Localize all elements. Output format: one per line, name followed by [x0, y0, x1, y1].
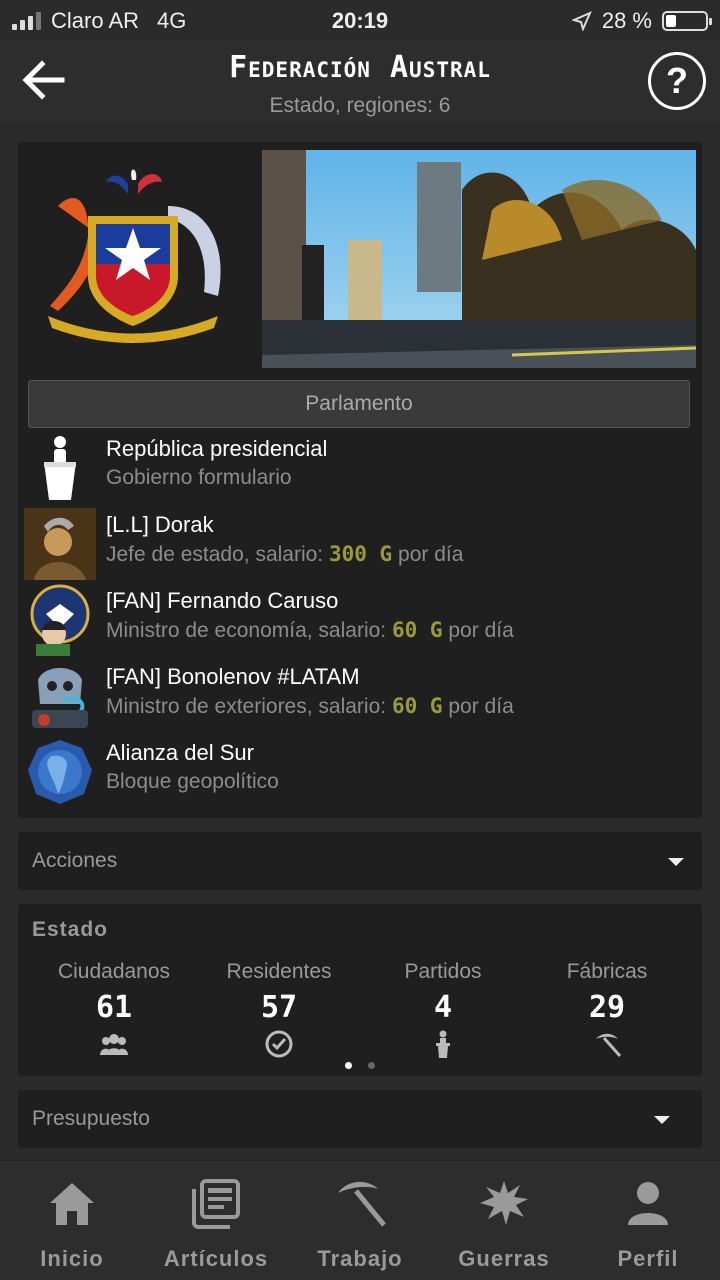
- state-overview-card: Parlamento República presidencial Gobier…: [18, 142, 702, 818]
- official-role: Ministro de exteriores, salario: 60 G po…: [106, 694, 514, 718]
- salary-value: 60 G: [391, 694, 443, 718]
- battery-icon: [662, 11, 712, 31]
- parliament-button[interactable]: Parlamento: [28, 380, 690, 428]
- nav-guerras[interactable]: Guerras: [432, 1161, 576, 1280]
- official-row[interactable]: [L.L] Dorak Jefe de estado, salario: 300…: [18, 508, 702, 582]
- location-arrow-icon: [571, 11, 592, 31]
- nav-label: Guerras: [458, 1246, 550, 1271]
- pagination-dots[interactable]: [18, 1062, 702, 1069]
- government-form: Gobierno formulario: [106, 466, 292, 489]
- actions-label: Acciones: [32, 849, 118, 872]
- home-icon: [50, 1183, 94, 1225]
- alliance-emblem-icon: [28, 740, 92, 804]
- help-icon[interactable]: ?: [648, 52, 706, 110]
- state-stats-card[interactable]: Estado Ciudadanos 61 Residentes 57 Parti…: [18, 904, 702, 1076]
- status-bar: Claro AR 4G 20:19 28 %: [0, 0, 720, 40]
- nav-label: Trabajo: [317, 1246, 403, 1271]
- page-dot[interactable]: [368, 1062, 375, 1069]
- nav-inicio[interactable]: Inicio: [0, 1161, 144, 1280]
- nav-label: Inicio: [40, 1246, 104, 1271]
- nav-perfil[interactable]: Perfil: [576, 1161, 720, 1280]
- government-type: República presidencial: [106, 436, 328, 461]
- person-podium-icon: [436, 1030, 450, 1058]
- coat-of-arms-image: [48, 169, 221, 343]
- top-header: Federación Austral Estado, regiones: 6 ?: [0, 40, 720, 126]
- page-dot-active[interactable]: [345, 1062, 352, 1069]
- page-title: Federación Austral: [229, 50, 491, 85]
- nav-articulos[interactable]: Artículos: [144, 1161, 288, 1280]
- stat-factories: Fábricas 29: [522, 960, 692, 1064]
- bottom-navigation: Inicio Artículos Trabajo Guerras Perfil: [0, 1160, 720, 1280]
- salary-value: 60 G: [391, 618, 443, 642]
- state-stats-heading: Estado: [32, 918, 109, 941]
- bloc-name: Alianza del Sur: [106, 740, 254, 765]
- stat-citizens: Ciudadanos 61: [29, 960, 199, 1064]
- pickaxe-icon: [338, 1181, 386, 1227]
- avatar: [24, 508, 96, 580]
- bloc-type: Bloque geopolítico: [106, 770, 279, 793]
- nav-label: Perfil: [617, 1246, 679, 1271]
- nav-trabajo[interactable]: Trabajo: [288, 1161, 432, 1280]
- check-circle-icon: [265, 1030, 293, 1058]
- official-row[interactable]: [FAN] Bonolenov #LATAM Ministro de exter…: [18, 660, 702, 734]
- stat-residents: Residentes 57: [194, 960, 364, 1064]
- budget-dropdown[interactable]: Presupuesto: [18, 1090, 702, 1148]
- official-row[interactable]: [FAN] Fernando Caruso Ministro de econom…: [18, 584, 702, 658]
- official-name[interactable]: [L.L] Dorak: [106, 512, 214, 538]
- city-photo: [262, 150, 696, 368]
- official-name[interactable]: [FAN] Bonolenov #LATAM: [106, 664, 360, 690]
- bloc-row[interactable]: Alianza del Sur Bloque geopolítico: [18, 736, 702, 810]
- avatar: [24, 584, 96, 656]
- chevron-down-icon: [668, 858, 684, 866]
- government-podium-icon: [44, 436, 76, 500]
- stat-parties: Partidos 4: [358, 960, 528, 1064]
- people-icon: [100, 1034, 128, 1055]
- government-row[interactable]: República presidencial Gobierno formular…: [18, 432, 702, 506]
- pickaxe-icon: [596, 1033, 622, 1057]
- official-role: Ministro de economía, salario: 60 G por …: [106, 618, 514, 642]
- official-name[interactable]: [FAN] Fernando Caruso: [106, 588, 338, 614]
- articles-icon: [192, 1179, 240, 1229]
- chevron-down-icon: [654, 1116, 670, 1124]
- nav-label: Artículos: [163, 1246, 269, 1271]
- page-subtitle: Estado, regiones: 6: [269, 94, 451, 117]
- budget-label: Presupuesto: [32, 1107, 150, 1130]
- profile-icon: [628, 1182, 668, 1225]
- official-role: Jefe de estado, salario: 300 G por día: [106, 542, 464, 566]
- explosion-icon: [480, 1181, 528, 1225]
- salary-value: 300 G: [328, 542, 393, 566]
- avatar: [24, 660, 96, 732]
- battery-percent: 28 %: [601, 8, 652, 33]
- actions-dropdown[interactable]: Acciones: [18, 832, 702, 890]
